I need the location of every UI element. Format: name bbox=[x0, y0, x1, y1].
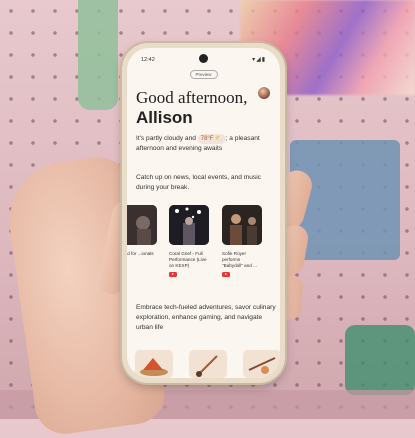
embrace-text: Embrace tech-fueled adventures, savor cu… bbox=[136, 304, 276, 331]
video-thumbnail[interactable] bbox=[127, 205, 157, 245]
preview-pill[interactable]: Preview bbox=[189, 70, 218, 79]
lifestyle-image bbox=[248, 357, 276, 374]
phone-screen: 12:42 ▾◢▮ Preview Good afternoon, Alliso… bbox=[127, 48, 280, 378]
temperature-chip[interactable]: 78°F ⛅ bbox=[197, 134, 226, 144]
background-green-shape bbox=[78, 0, 118, 110]
concert-image bbox=[222, 205, 262, 245]
video-card[interactable]: Coral Grief - Full Performance (Live on … bbox=[169, 205, 209, 277]
tile-food[interactable] bbox=[135, 350, 173, 378]
greeting-name: Allison bbox=[136, 108, 193, 127]
video-caption: Sofie Royer performs "Babydoll" and ... bbox=[222, 251, 257, 268]
youtube-icon bbox=[222, 272, 230, 277]
temperature-value: 78°F bbox=[200, 136, 214, 142]
video-caption: Coral Grief - Full Performance (Live on … bbox=[169, 251, 207, 268]
video-card[interactable]: ...ated for ...ionals on bbox=[127, 205, 157, 271]
avatar[interactable] bbox=[257, 86, 271, 100]
video-thumbnail[interactable] bbox=[169, 205, 209, 245]
weather-summary: It's partly cloudy and 78°F ⛅; a pleasan… bbox=[136, 134, 276, 154]
phone: 12:42 ▾◢▮ Preview Good afternoon, Alliso… bbox=[122, 43, 285, 383]
weather-text-before: It's partly cloudy and bbox=[136, 135, 198, 142]
status-icons: ▾◢▮ bbox=[252, 57, 266, 63]
scooter-image bbox=[196, 355, 218, 377]
youtube-icon bbox=[169, 272, 177, 277]
video-card[interactable]: Sofie Royer performs "Babydoll" and ... bbox=[222, 205, 262, 277]
front-camera bbox=[199, 54, 208, 63]
video-thumbnail[interactable] bbox=[222, 205, 262, 245]
partly-cloudy-icon: ⛅ bbox=[215, 136, 223, 142]
greeting-title: Good afternoon, bbox=[136, 88, 248, 107]
food-image bbox=[140, 358, 168, 376]
tile-lifestyle[interactable] bbox=[243, 350, 280, 378]
video-carousel[interactable]: ...ated for ...ionals on Coral Grief - F… bbox=[127, 205, 280, 280]
video-caption: ...ated for ...ionals on bbox=[127, 251, 154, 256]
concert-image bbox=[127, 205, 157, 245]
catch-up-text: Catch up on news, local events, and musi… bbox=[136, 174, 261, 191]
concert-image bbox=[169, 205, 209, 245]
bottom-tiles[interactable] bbox=[127, 350, 280, 378]
background-teal-object bbox=[345, 325, 415, 395]
tile-scooter[interactable] bbox=[189, 350, 227, 378]
status-time: 12:42 bbox=[141, 57, 155, 63]
